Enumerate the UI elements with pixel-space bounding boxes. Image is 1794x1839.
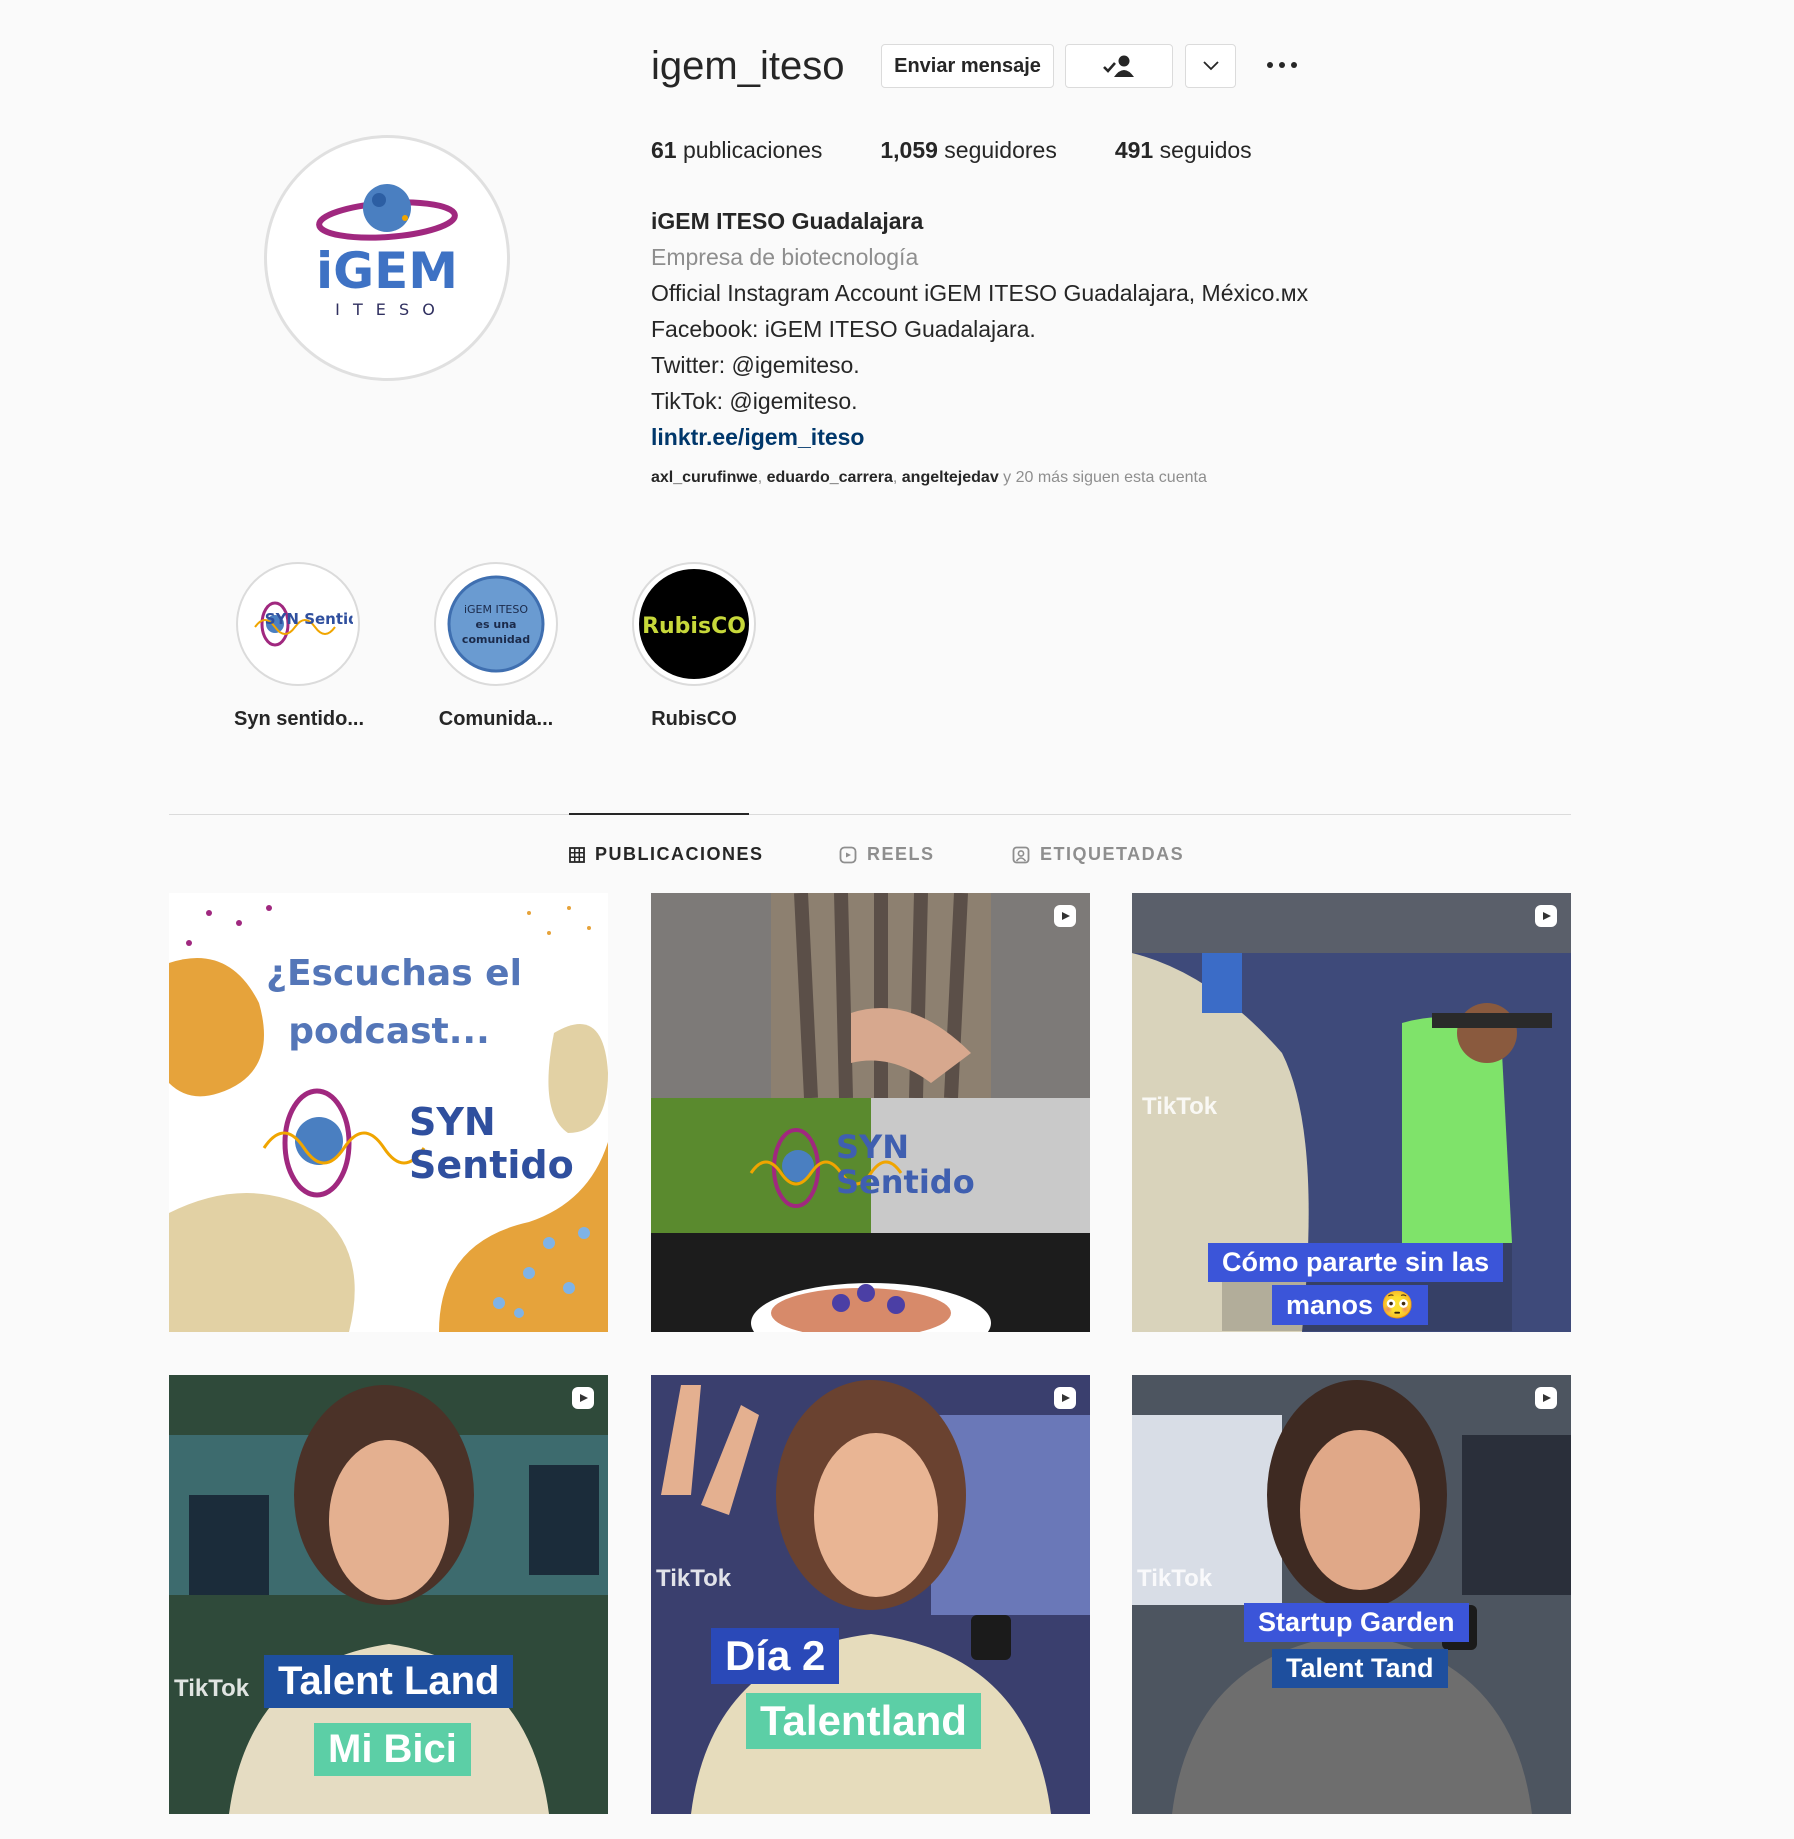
reel-badge-icon	[1054, 1387, 1076, 1409]
bio-line: Official Instagram Account iGEM ITESO Gu…	[651, 280, 1309, 306]
tiktok-watermark: TikTok	[1142, 1093, 1218, 1120]
profile-category: Empresa de biotecnología	[651, 244, 919, 270]
highlight-comunidad[interactable]: iGEM ITESO es una comunidad Comunida...	[432, 562, 560, 731]
post-logo-text: SYN	[836, 1128, 909, 1166]
highlight-syn-sentido[interactable]: SYN Sentido Syn sentido...	[234, 562, 365, 731]
tab-label: PUBLICACIONES	[595, 844, 764, 864]
profile-stats: 61 publicaciones 1,059 seguidores 491 se…	[651, 137, 1310, 164]
tiktok-watermark: TikTok	[174, 1675, 250, 1702]
more-dots-icon	[1267, 62, 1273, 68]
post-caption: Cómo pararte sin las	[1208, 1243, 1504, 1282]
tab-reels[interactable]: REELS	[839, 844, 935, 865]
tiktok-watermark: TikTok	[656, 1565, 732, 1592]
reel-badge-icon	[1535, 1387, 1557, 1409]
post-caption: Talentland	[746, 1693, 981, 1749]
bio-line: Facebook: iGEM ITESO Guadalajara.	[651, 316, 1036, 342]
highlight-label: Syn sentido...	[234, 708, 365, 730]
post-logo-text: Sentido	[409, 1143, 574, 1187]
suggested-accounts-button[interactable]	[1185, 44, 1236, 88]
tagged-icon	[1012, 846, 1030, 863]
badge-text: iGEM ITESO	[464, 603, 528, 616]
profile-avatar[interactable]: iGEM I T E S O	[264, 135, 510, 381]
options-menu-button[interactable]	[1262, 50, 1302, 80]
post-logo-text: SYN	[409, 1100, 496, 1144]
reel-badge-icon	[1535, 905, 1557, 927]
reel-thumbnail: SYN Sentido	[651, 893, 1090, 1332]
tabs-divider	[169, 814, 1571, 815]
post-tile[interactable]: SYN Sentido	[651, 893, 1090, 1332]
reel-badge-icon	[572, 1387, 594, 1409]
grid-icon	[569, 846, 585, 863]
followers-count[interactable]: 1,059 seguidores	[880, 137, 1056, 164]
post-tile[interactable]: TikTok Startup Garden Talent Tand	[1132, 1375, 1571, 1814]
avatar-logo-text: iGEM	[316, 242, 458, 300]
tab-tagged[interactable]: ETIQUETADAS	[1012, 844, 1184, 865]
reels-icon	[839, 846, 857, 863]
profile-bio: iGEM ITESO Guadalajara Empresa de biotec…	[651, 203, 1308, 455]
following-button[interactable]	[1065, 44, 1173, 88]
post-caption: Talent Tand	[1272, 1649, 1448, 1688]
bio-line: TikTok: @igemiteso.	[651, 388, 858, 414]
avatar-logo-subtext: I T E S O	[335, 300, 439, 319]
post-caption: manos 😳	[1272, 1285, 1429, 1325]
highlight-label: RubisCO	[651, 708, 737, 730]
post-caption: Día 2	[711, 1628, 840, 1684]
profile-display-name: iGEM ITESO Guadalajara	[651, 208, 924, 234]
post-text: podcast...	[288, 1011, 490, 1052]
bio-external-link[interactable]: linktr.ee/igem_iteso	[651, 424, 864, 450]
reel-badge-icon	[1054, 905, 1076, 927]
post-tile[interactable]: TikTok Cómo pararte sin las manos 😳	[1132, 893, 1571, 1332]
comunidad-badge: iGEM ITESO es una comunidad	[447, 575, 545, 673]
highlight-label: Comunida...	[438, 708, 554, 730]
badge-text: comunidad	[462, 633, 530, 646]
tab-label: ETIQUETADAS	[1040, 844, 1185, 864]
rubisco-logo: RubisCO	[642, 614, 746, 639]
bio-line: Twitter: @igemiteso.	[651, 352, 860, 378]
post-caption: Startup Garden	[1244, 1603, 1469, 1642]
post-caption: Talent Land	[264, 1655, 514, 1708]
post-tile[interactable]: TikTok Día 2 Talentland	[651, 1375, 1090, 1814]
post-logo-text: Sentido	[836, 1163, 975, 1201]
podcast-graphic: ¿Escuchas el podcast... SYN Sentido	[169, 905, 608, 1332]
syn-sentido-logo: SYN Sentido	[254, 601, 353, 647]
user-check-icon	[1103, 55, 1134, 77]
rubisco-logo-text: RubisCO	[642, 614, 746, 639]
reel-thumbnail	[1132, 1375, 1571, 1814]
followed-by-note[interactable]: axl_curufinwe, eduardo_carrera, angeltej…	[651, 469, 1207, 487]
highlight-logo-text: SYN Sentido	[265, 610, 353, 628]
post-tile[interactable]: TikTok Talent Land Mi Bici	[169, 1375, 608, 1814]
highlight-rubisco[interactable]: RubisCO RubisCO	[630, 562, 758, 731]
tiktok-watermark: TikTok	[1137, 1565, 1213, 1592]
posts-count: 61 publicaciones	[651, 137, 823, 163]
tab-label: REELS	[867, 844, 935, 864]
badge-text: es una	[476, 618, 517, 631]
post-text: ¿Escuchas el	[266, 953, 522, 994]
profile-username: igem_iteso	[651, 44, 845, 88]
active-tab-indicator	[569, 813, 749, 815]
post-caption: Mi Bici	[314, 1723, 471, 1776]
post-tile[interactable]: ¿Escuchas el podcast... SYN Sentido	[169, 893, 608, 1332]
send-message-button[interactable]: Enviar mensaje	[881, 44, 1054, 88]
following-count[interactable]: 491 seguidos	[1115, 137, 1252, 164]
igem-logo: iGEM I T E S O	[316, 184, 458, 319]
tab-posts[interactable]: PUBLICACIONES	[569, 844, 764, 865]
chevron-down-icon	[1202, 61, 1219, 71]
